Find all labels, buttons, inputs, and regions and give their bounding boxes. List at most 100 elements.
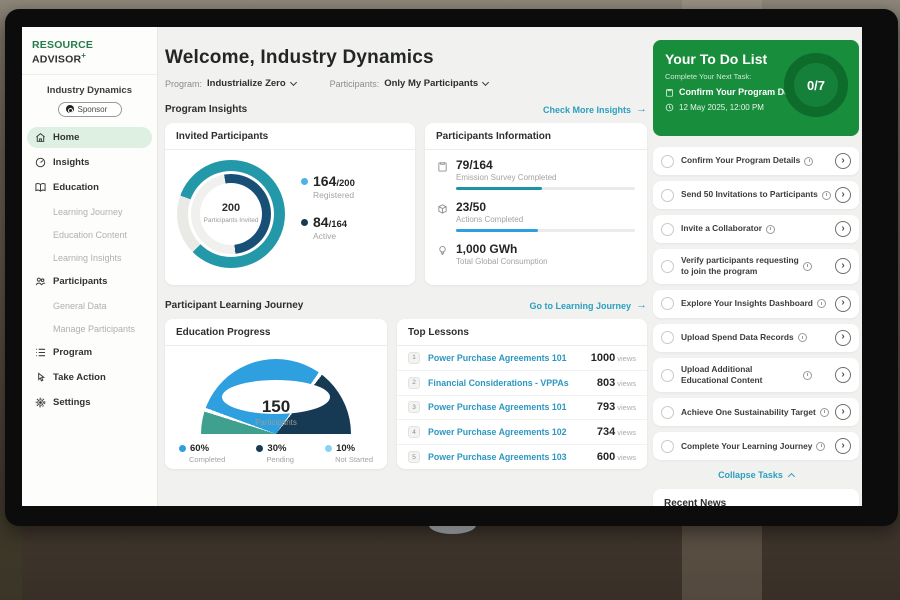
views-word: views [617, 379, 636, 388]
invited-donut-outer: 200 Participants Invited [177, 160, 285, 268]
clock-icon [803, 371, 812, 380]
sidebar-item-learning-journey[interactable]: Learning Journey [27, 202, 152, 222]
people-icon [35, 276, 46, 287]
task-item-3[interactable]: Invite a Collaborator › [653, 215, 859, 243]
chevron-down-icon [290, 78, 297, 85]
task-item-2[interactable]: Send 50 Invitations to Participants › [653, 181, 859, 209]
sidebar-item-education-content[interactable]: Education Content [27, 225, 152, 245]
sidebar-item-education[interactable]: Education [27, 177, 152, 198]
views-count: 1000 [591, 352, 615, 364]
todo-progress-value: 0/7 [807, 78, 825, 93]
task-item-1[interactable]: Confirm Your Program Details › [653, 147, 859, 175]
task-label: Complete Your Learning Journey [681, 441, 812, 452]
chevron-down-icon [482, 78, 489, 85]
top-lessons-card: Top Lessons 1 Power Purchase Agreements … [397, 319, 647, 469]
program-filter[interactable]: Program: Industrialize Zero [165, 78, 296, 89]
box-icon [437, 203, 448, 214]
chevron-right-icon[interactable]: › [835, 330, 851, 346]
sponsor-badge[interactable]: Sponsor [58, 102, 122, 117]
legend-registered: 164/200 Registered [301, 173, 355, 200]
lesson-row-4[interactable]: 4 Power Purchase Agreements 102 734views [397, 420, 647, 445]
sidebar-item-settings[interactable]: Settings [27, 392, 152, 413]
task-item-6[interactable]: Upload Spend Data Records › [653, 324, 859, 352]
chevron-right-icon[interactable]: › [835, 438, 851, 454]
lesson-row-5[interactable]: 5 Power Purchase Agreements 103 600views [397, 445, 647, 469]
sidebar-item-manage-participants[interactable]: Manage Participants [27, 319, 152, 339]
pointer-icon [35, 372, 46, 383]
clock-icon [816, 442, 825, 451]
sidebar-item-general-data[interactable]: General Data [27, 296, 152, 316]
task-label: Upload Additional Educational Content [681, 364, 799, 387]
lesson-link[interactable]: Power Purchase Agreements 102 [428, 427, 589, 437]
lesson-row-2[interactable]: 2 Financial Considerations - VPPAs 803vi… [397, 371, 647, 396]
checkbox[interactable] [661, 189, 674, 202]
registered-dot-icon [301, 178, 308, 185]
program-filter-value: Industrialize Zero [207, 78, 286, 89]
checkbox[interactable] [661, 155, 674, 168]
task-item-7[interactable]: Upload Additional Educational Content › [653, 358, 859, 393]
list-icon [35, 347, 46, 358]
logo-resource: RESOURCE [32, 39, 93, 51]
sidebar-item-label: Education [53, 182, 99, 193]
sidebar-item-learning-insights[interactable]: Learning Insights [27, 248, 152, 268]
chevron-right-icon[interactable]: › [835, 296, 851, 312]
go-to-learning-journey-link[interactable]: Go to Learning Journey → [529, 300, 647, 311]
recent-news-card: Recent News [653, 489, 859, 506]
page-title: Welcome, Industry Dynamics [165, 47, 647, 69]
chevron-right-icon[interactable]: › [835, 404, 851, 420]
actions-value: 23/50 [456, 200, 635, 214]
chevron-right-icon[interactable]: › [835, 367, 851, 383]
sidebar-item-participants[interactable]: Participants [27, 271, 152, 292]
task-label: Upload Spend Data Records [681, 332, 794, 343]
lesson-row-1[interactable]: 1 Power Purchase Agreements 101 1000view… [397, 346, 647, 371]
program-insights-header: Program Insights Check More Insights → [165, 104, 647, 115]
chevron-right-icon[interactable]: › [835, 258, 851, 274]
checkbox[interactable] [661, 297, 674, 310]
rank-badge: 4 [408, 426, 420, 438]
task-label: Confirm Your Program Details [681, 155, 800, 166]
actions-label: Actions Completed [456, 215, 635, 224]
chevron-right-icon[interactable]: › [835, 221, 851, 237]
program-filter-label: Program: [165, 79, 202, 89]
info-progress-fill [456, 187, 542, 190]
task-item-5[interactable]: Explore Your Insights Dashboard › [653, 290, 859, 318]
insights-icon [35, 157, 46, 168]
sidebar-item-program[interactable]: Program [27, 342, 152, 363]
rank-badge: 1 [408, 352, 420, 364]
sidebar-item-home[interactable]: Home [27, 127, 152, 148]
task-item-8[interactable]: Achieve One Sustainability Target › [653, 398, 859, 426]
arrow-right-icon: → [636, 104, 647, 115]
home-icon [35, 132, 46, 143]
lesson-link[interactable]: Power Purchase Agreements 101 [428, 353, 583, 363]
chevron-right-icon[interactable]: › [835, 187, 851, 203]
checkbox[interactable] [661, 331, 674, 344]
collapse-tasks-link[interactable]: Collapse Tasks [653, 470, 859, 480]
education-progress-card: Education Progress 150 Participants 60% … [165, 319, 387, 469]
task-item-9[interactable]: Complete Your Learning Journey › [653, 432, 859, 460]
participants-filter[interactable]: Participants: Only My Participants [330, 78, 489, 89]
checkbox[interactable] [661, 369, 674, 382]
clock-icon [766, 225, 775, 234]
check-more-insights-link[interactable]: Check More Insights → [543, 104, 647, 115]
lesson-link[interactable]: Financial Considerations - VPPAs [428, 378, 589, 388]
checkbox[interactable] [661, 223, 674, 236]
chevron-right-icon[interactable]: › [835, 153, 851, 169]
not-started-label: Not Started [335, 455, 373, 464]
lesson-link[interactable]: Power Purchase Agreements 103 [428, 452, 589, 462]
checkbox[interactable] [661, 260, 674, 273]
views-count: 793 [597, 401, 615, 413]
rank-badge: 5 [408, 451, 420, 463]
sidebar-item-label: Take Action [53, 372, 106, 383]
sidebar-item-take-action[interactable]: Take Action [27, 367, 152, 388]
sidebar-item-insights[interactable]: Insights [27, 152, 152, 173]
task-label: Achieve One Sustainability Target [681, 407, 816, 418]
invited-donut-inner: 200 Participants Invited [191, 174, 271, 254]
checkbox[interactable] [661, 406, 674, 419]
section-title: Participant Learning Journey [165, 300, 303, 311]
task-item-4[interactable]: Verify participants requesting to join t… [653, 249, 859, 284]
checkbox[interactable] [661, 440, 674, 453]
lesson-link[interactable]: Power Purchase Agreements 101 [428, 402, 589, 412]
task-label: Explore Your Insights Dashboard [681, 298, 813, 309]
lesson-row-3[interactable]: 3 Power Purchase Agreements 101 793views [397, 396, 647, 421]
card-title: Top Lessons [397, 319, 647, 346]
